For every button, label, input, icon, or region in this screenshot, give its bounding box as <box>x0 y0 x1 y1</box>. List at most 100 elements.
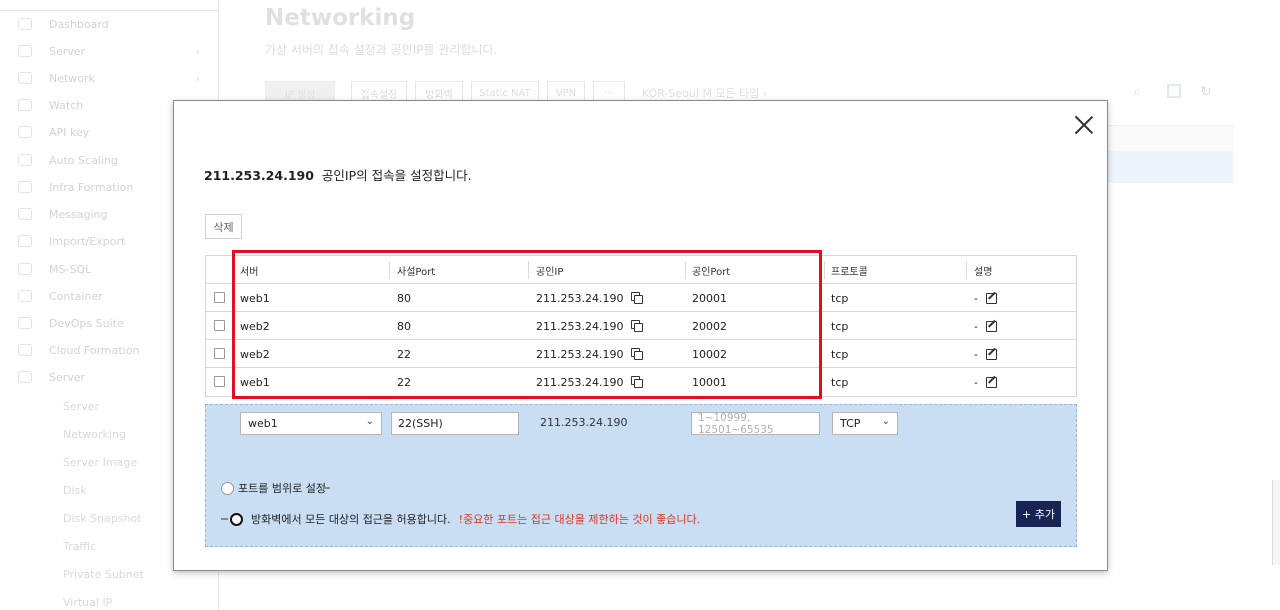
cell-protocol: tcp <box>831 347 849 361</box>
monitor-icon <box>18 99 32 111</box>
sidebar-item-dashboard[interactable]: Dashboard <box>18 14 208 34</box>
table-header: 서버 사설Port 공인IP 공인Port 프로토콜 설명 <box>206 256 1076 284</box>
edit-icon[interactable] <box>985 320 997 332</box>
copy-icon[interactable] <box>631 348 644 360</box>
cell-private-port: 22 <box>397 347 411 361</box>
cube-icon <box>18 181 32 193</box>
close-icon[interactable] <box>1074 115 1094 135</box>
container-icon <box>18 290 32 302</box>
cell-description: - <box>974 284 997 312</box>
page-subtitle: 가상 서버의 접속 설정과 공인IP를 관리합니다. <box>265 43 498 57</box>
page-title: Networking <box>265 5 416 31</box>
column-header-public-port[interactable]: 공인Port <box>692 256 730 284</box>
cell-server: web2 <box>240 319 270 333</box>
toggle-off-icon <box>221 481 234 495</box>
sidebar-sub-private-subnet[interactable]: Private Subnet <box>63 568 144 581</box>
modal-title: 211.253.24.190 공인IP의 접속을 설정합니다. <box>204 165 472 184</box>
table-row[interactable]: web2 80 211.253.24.190 20002 tcp - <box>206 312 1076 340</box>
cell-description: - <box>974 340 997 368</box>
infinity-icon <box>18 317 32 329</box>
cell-private-port: 22 <box>397 375 411 389</box>
sidebar-sub-networking[interactable]: Networking <box>63 428 126 441</box>
modal-title-text: 공인IP의 접속을 설정합니다. <box>321 168 472 183</box>
server-icon <box>18 45 32 57</box>
sidebar-item-server[interactable]: Server › <box>18 41 208 61</box>
cell-public-port: 10002 <box>692 347 727 361</box>
table-row[interactable]: web1 22 211.253.24.190 10001 tcp - <box>206 368 1076 396</box>
sidebar-item-network[interactable]: Network › <box>18 68 208 88</box>
chevron-right-icon: › <box>195 44 200 58</box>
sidebar-sub-traffic[interactable]: Traffic <box>63 540 96 553</box>
column-header-protocol[interactable]: 프로토콜 <box>831 256 868 284</box>
cell-server: web1 <box>240 375 270 389</box>
delete-button[interactable]: 삭제 <box>205 214 242 239</box>
column-header-public-ip[interactable]: 공인IP <box>536 256 563 284</box>
warning-text: !중요한 포트는 접근 대상을 제한하는 것이 좋습니다. <box>458 513 701 526</box>
home-icon <box>18 18 32 30</box>
port-forwarding-table: 서버 사설Port 공인IP 공인Port 프로토콜 설명 web1 80 21… <box>205 255 1077 397</box>
port-range-toggle[interactable]: 포트를 범위로 설정 <box>221 480 340 496</box>
table-row[interactable]: web2 22 211.253.24.190 10002 tcp - <box>206 340 1076 368</box>
cell-server: web2 <box>240 347 270 361</box>
toggle-on-icon <box>230 512 243 526</box>
cell-description: - <box>974 368 997 396</box>
public-port-input[interactable]: 1~10999, 12501~65535 <box>691 412 820 436</box>
modal-title-ip: 211.253.24.190 <box>204 168 314 183</box>
cell-private-port: 80 <box>397 319 411 333</box>
cell-public-port: 10001 <box>692 375 727 389</box>
row-checkbox[interactable] <box>214 320 225 331</box>
cell-server: web1 <box>240 291 270 305</box>
cell-public-ip: 211.253.24.190 <box>536 312 644 340</box>
excel-icon[interactable] <box>1167 84 1181 98</box>
key-icon <box>18 126 32 138</box>
edit-icon[interactable] <box>985 376 997 388</box>
add-rule-panel: web1 ⌄ 22(SSH) 211.253.24.190 1~10999, 1… <box>205 404 1077 547</box>
cell-protocol: tcp <box>831 375 849 389</box>
sidebar-sub-server-image[interactable]: Server Image <box>63 456 137 469</box>
cloud-icon <box>18 344 32 356</box>
cell-protocol: tcp <box>831 291 849 305</box>
edit-icon[interactable] <box>985 348 997 360</box>
cell-public-port: 20001 <box>692 291 727 305</box>
table-row[interactable]: web1 80 211.253.24.190 20001 tcp - <box>206 284 1076 312</box>
add-button[interactable]: + 추가 <box>1016 501 1061 527</box>
copy-icon[interactable] <box>631 292 644 304</box>
sidebar-sub-server[interactable]: Server <box>63 400 99 413</box>
row-checkbox[interactable] <box>214 376 225 387</box>
chevron-down-icon: ⌄ <box>881 416 890 427</box>
public-ip-value: 211.253.24.190 <box>540 416 628 429</box>
cell-public-ip: 211.253.24.190 <box>536 340 644 368</box>
server-select[interactable]: web1 ⌄ <box>240 412 382 435</box>
sidebar-sub-disk[interactable]: Disk <box>63 484 87 497</box>
edit-icon[interactable] <box>985 292 997 304</box>
protocol-select[interactable]: TCP ⌄ <box>832 412 898 435</box>
refresh-icon[interactable]: ↻ <box>1200 84 1212 100</box>
import-icon <box>18 235 32 247</box>
table-header <box>1107 125 1233 151</box>
allow-all-toggle[interactable]: 방화벽에서 모든 대상의 접근을 허용합니다. !중요한 포트는 접근 대상을 … <box>221 511 700 527</box>
sidebar-sub-disk-snapshot[interactable]: Disk Snapshot <box>63 512 142 525</box>
table-row[interactable] <box>1107 151 1233 183</box>
row-checkbox[interactable] <box>214 348 225 359</box>
scaling-icon <box>18 154 32 166</box>
scrollbar[interactable] <box>1272 480 1280 565</box>
column-header-server[interactable]: 서버 <box>240 256 258 284</box>
row-checkbox[interactable] <box>214 292 225 303</box>
column-header-private-port[interactable]: 사설Port <box>397 256 435 284</box>
cell-private-port: 80 <box>397 291 411 305</box>
database-icon <box>18 263 32 275</box>
chevron-down-icon: ⌄ <box>365 416 374 427</box>
copy-icon[interactable] <box>631 376 644 388</box>
column-header-description[interactable]: 설명 <box>974 256 992 284</box>
access-settings-modal: 211.253.24.190 공인IP의 접속을 설정합니다. 삭제 서버 사설P… <box>173 100 1108 571</box>
network-icon <box>18 72 32 84</box>
chevron-right-icon: › <box>195 71 200 85</box>
private-port-input[interactable]: 22(SSH) <box>391 412 519 435</box>
copy-icon[interactable] <box>631 320 644 332</box>
sidebar-sub-virtual-ip[interactable]: Virtual IP <box>63 596 112 609</box>
cell-description: - <box>974 312 997 340</box>
cell-public-ip: 211.253.24.190 <box>536 284 644 312</box>
search-icon[interactable]: ⌕ <box>1133 84 1141 100</box>
region-selector[interactable]: KOR-Seoul M 모든 타입 › <box>642 85 767 101</box>
server-icon <box>18 371 32 383</box>
